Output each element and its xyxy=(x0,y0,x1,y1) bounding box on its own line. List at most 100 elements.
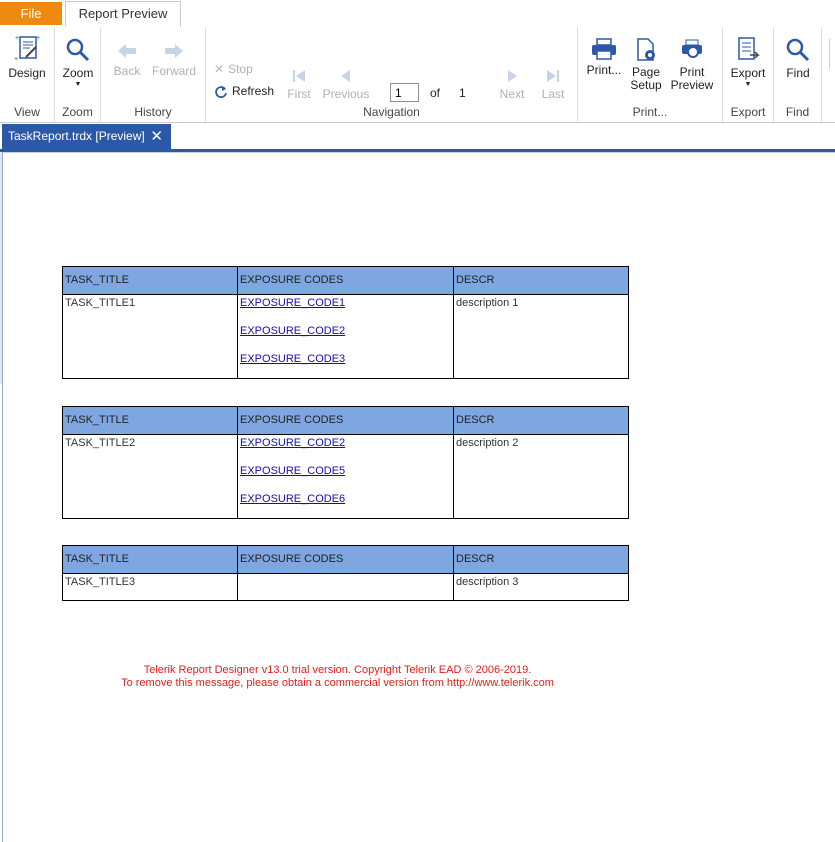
stop-label: Stop xyxy=(228,62,253,76)
header-task-title: TASK_TITLE xyxy=(62,406,238,435)
next-button[interactable]: Next xyxy=(496,68,528,101)
print-preview-label-2: Preview xyxy=(670,78,714,92)
descr-cell: description 3 xyxy=(453,573,629,601)
forward-label: Forward xyxy=(151,64,196,78)
trial-notice-line-1: Telerik Report Designer v13.0 trial vers… xyxy=(143,664,532,676)
exposure-codes-cell: EXPOSURE_CODE1 EXPOSURE_CODE2 EXPOSURE_C… xyxy=(237,294,454,379)
back-button[interactable]: Back xyxy=(109,41,145,78)
task-title-cell: TASK_TITLE3 xyxy=(62,573,238,601)
export-button[interactable]: Export ▼ xyxy=(727,37,769,89)
page-number-input[interactable] xyxy=(390,83,419,102)
zoom-group: Zoom ▼ Zoom xyxy=(55,27,101,122)
page-setup-button[interactable]: Page Setup xyxy=(625,38,667,92)
previous-label: Previous xyxy=(322,87,370,101)
next-page-icon xyxy=(508,70,517,82)
overflow-icon xyxy=(829,39,835,69)
header-exposure-codes: EXPOSURE CODES xyxy=(237,406,454,435)
print-group: Print... Page Setup Print Preview Print.… xyxy=(578,27,723,122)
first-label: First xyxy=(287,87,311,101)
report-table-1: TASK_TITLE EXPOSURE CODES DESCR TASK_TIT… xyxy=(62,266,629,379)
print-button[interactable]: Print... xyxy=(583,38,625,77)
previous-page-icon xyxy=(341,70,350,82)
history-group-label: History xyxy=(134,105,172,119)
of-label: of xyxy=(430,86,441,100)
exposure-code-link[interactable]: EXPOSURE_CODE2 xyxy=(240,437,451,465)
header-exposure-codes: EXPOSURE CODES xyxy=(237,545,454,574)
view-group: + + + Design View xyxy=(0,27,55,122)
refresh-button[interactable]: Refresh xyxy=(214,83,274,99)
page-setup-icon xyxy=(637,38,655,61)
export-icon xyxy=(738,37,760,60)
print-preview-button[interactable]: Print Preview xyxy=(668,38,716,92)
header-exposure-codes: EXPOSURE CODES xyxy=(237,266,454,295)
descr-cell: description 1 xyxy=(453,294,629,379)
chevron-down-icon: ▼ xyxy=(74,81,82,88)
find-group-label: Find xyxy=(785,105,810,119)
last-page-icon xyxy=(547,70,559,82)
refresh-label: Refresh xyxy=(232,84,275,98)
header-task-title: TASK_TITLE xyxy=(62,266,238,295)
document-tab[interactable]: TaskReport.trdx [Preview] ✕ xyxy=(2,124,171,149)
task-title-cell: TASK_TITLE2 xyxy=(62,434,238,519)
page-setup-label-2: Setup xyxy=(630,78,662,92)
table-row: TASK_TITLE1 EXPOSURE_CODE1 EXPOSURE_CODE… xyxy=(62,294,629,379)
header-descr: DESCR xyxy=(453,545,629,574)
table-row: TASK_TITLE3 description 3 xyxy=(62,573,629,601)
exposure-code-link[interactable]: EXPOSURE_CODE5 xyxy=(240,465,451,493)
descr-cell: description 2 xyxy=(453,434,629,519)
print-label: Print... xyxy=(586,63,622,77)
navigation-group-label: Navigation xyxy=(363,105,420,119)
tab-report-preview[interactable]: Report Preview xyxy=(65,1,181,27)
print-preview-icon xyxy=(682,39,702,58)
report-table-2: TASK_TITLE EXPOSURE CODES DESCR TASK_TIT… xyxy=(62,406,629,519)
table-row: TASK_TITLE2 EXPOSURE_CODE2 EXPOSURE_CODE… xyxy=(62,434,629,519)
header-task-title: TASK_TITLE xyxy=(62,545,238,574)
refresh-icon xyxy=(215,85,227,98)
svg-text:+: + xyxy=(15,35,19,42)
design-button[interactable]: + + + Design xyxy=(4,33,50,80)
print-group-label: Print... xyxy=(632,105,668,119)
previous-button[interactable]: Previous xyxy=(320,68,372,101)
total-pages: 1 xyxy=(459,86,466,100)
export-label: Export xyxy=(730,66,766,80)
search-icon xyxy=(786,38,810,62)
first-page-icon xyxy=(293,70,305,82)
exposure-codes-cell xyxy=(237,573,454,601)
first-button[interactable]: First xyxy=(283,68,315,101)
export-group-label: Export xyxy=(730,105,766,119)
zoom-button[interactable]: Zoom ▼ xyxy=(58,37,98,89)
file-tab[interactable]: File xyxy=(0,2,62,25)
back-label: Back xyxy=(113,64,141,78)
arrow-left-icon xyxy=(118,44,136,58)
find-label: Find xyxy=(786,66,810,80)
exposure-codes-cell: EXPOSURE_CODE2 EXPOSURE_CODE5 EXPOSURE_C… xyxy=(237,434,454,519)
view-group-label: View xyxy=(14,105,40,119)
table-header-row: TASK_TITLE EXPOSURE CODES DESCR xyxy=(62,266,629,295)
close-icon[interactable]: ✕ xyxy=(150,124,163,149)
forward-button[interactable]: Forward xyxy=(149,41,199,78)
exposure-code-link[interactable]: EXPOSURE_CODE6 xyxy=(240,493,451,505)
header-descr: DESCR xyxy=(453,266,629,295)
exposure-code-link[interactable]: EXPOSURE_CODE1 xyxy=(240,297,451,325)
find-button[interactable]: Find xyxy=(778,37,818,80)
print-preview-label-1: Print xyxy=(679,65,705,79)
task-title-cell: TASK_TITLE1 xyxy=(62,294,238,379)
find-group: Find Find xyxy=(774,27,822,122)
svg-text:+: + xyxy=(14,56,18,63)
printer-icon xyxy=(592,38,616,60)
design-icon: + + + xyxy=(14,35,40,63)
zoom-label: Zoom xyxy=(62,66,94,80)
arrow-right-icon xyxy=(165,44,183,58)
last-label: Last xyxy=(541,87,565,101)
stop-button[interactable]: ✕ Stop xyxy=(214,61,253,77)
zoom-group-label: Zoom xyxy=(62,105,93,119)
header-descr: DESCR xyxy=(453,406,629,435)
report-table-3: TASK_TITLE EXPOSURE CODES DESCR TASK_TIT… xyxy=(62,545,629,601)
svg-text:+: + xyxy=(36,35,40,42)
exposure-code-link[interactable]: EXPOSURE_CODE3 xyxy=(240,353,451,365)
stop-icon: ✕ xyxy=(214,62,225,76)
ribbon: + + + Design View Zoom ▼ Zoom Back Forwa… xyxy=(0,27,835,123)
last-button[interactable]: Last xyxy=(537,68,569,101)
exposure-code-link[interactable]: EXPOSURE_CODE2 xyxy=(240,325,451,353)
page-setup-label-1: Page xyxy=(631,65,661,79)
